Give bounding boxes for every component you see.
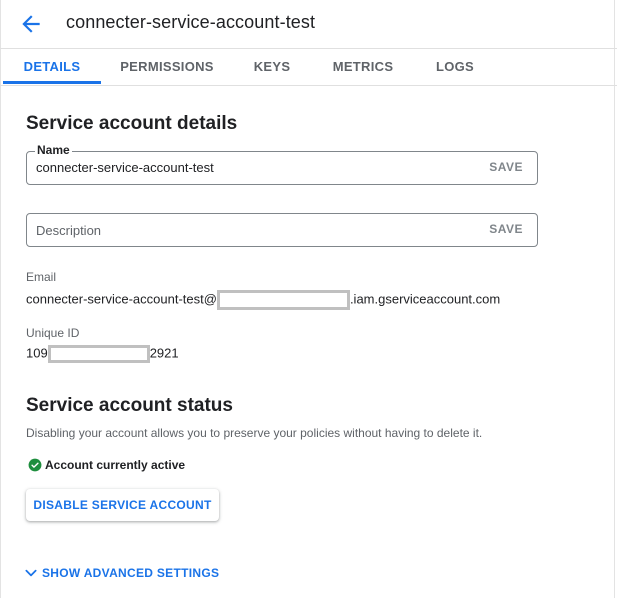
tab-logs[interactable]: LOGS	[424, 48, 486, 85]
status-heading: Service account status	[26, 395, 233, 416]
description-save-button[interactable]: SAVE	[489, 222, 523, 236]
tab-keys[interactable]: KEYS	[240, 48, 304, 85]
show-advanced-settings-label[interactable]: SHOW ADVANCED SETTINGS	[42, 566, 219, 580]
status-description: Disabling your account allows you to pre…	[26, 426, 483, 440]
unique-id-value: 109 2921	[26, 345, 179, 363]
name-save-button[interactable]: SAVE	[489, 160, 523, 174]
unique-id-suffix: 2921	[149, 345, 179, 361]
active-tab-indicator	[3, 81, 101, 84]
description-placeholder[interactable]: Description	[36, 223, 101, 238]
unique-id-prefix: 109	[26, 345, 48, 361]
status-text: Account currently active	[45, 457, 186, 472]
redaction-box	[47, 345, 150, 363]
disable-service-account-button[interactable]: DISABLE SERVICE ACCOUNT	[26, 489, 219, 521]
name-field-label: Name	[35, 143, 72, 157]
email-suffix: .iam.gserviceaccount.com	[349, 291, 501, 307]
email-value: connecter-service-account-test@ .iam.gser…	[26, 290, 500, 310]
top-bar: connecter-service-account-test	[0, 0, 617, 49]
details-heading: Service account details	[26, 113, 238, 134]
name-field-value[interactable]: connecter-service-account-test	[36, 160, 214, 175]
description-field[interactable]: Description SAVE	[26, 213, 538, 247]
status-indicator: Account currently active	[28, 457, 185, 472]
email-prefix: connecter-service-account-test@	[26, 291, 217, 307]
tab-details[interactable]: DETAILS	[3, 48, 101, 85]
tab-permissions[interactable]: PERMISSIONS	[114, 48, 220, 85]
arrow-back-icon	[22, 15, 40, 33]
tab-metrics[interactable]: METRICS	[322, 48, 404, 85]
unique-id-label: Unique ID	[26, 326, 80, 340]
redaction-box	[216, 290, 350, 310]
email-label: Email	[26, 270, 57, 284]
check-circle-icon	[28, 458, 42, 472]
back-button[interactable]	[18, 11, 44, 37]
chevron-down-icon	[25, 569, 37, 577]
show-advanced-settings-toggle[interactable]: SHOW ADVANCED SETTINGS	[24, 565, 219, 580]
name-field[interactable]: Name connecter-service-account-test SAVE	[26, 143, 538, 185]
page-title: connecter-service-account-test	[66, 12, 316, 32]
